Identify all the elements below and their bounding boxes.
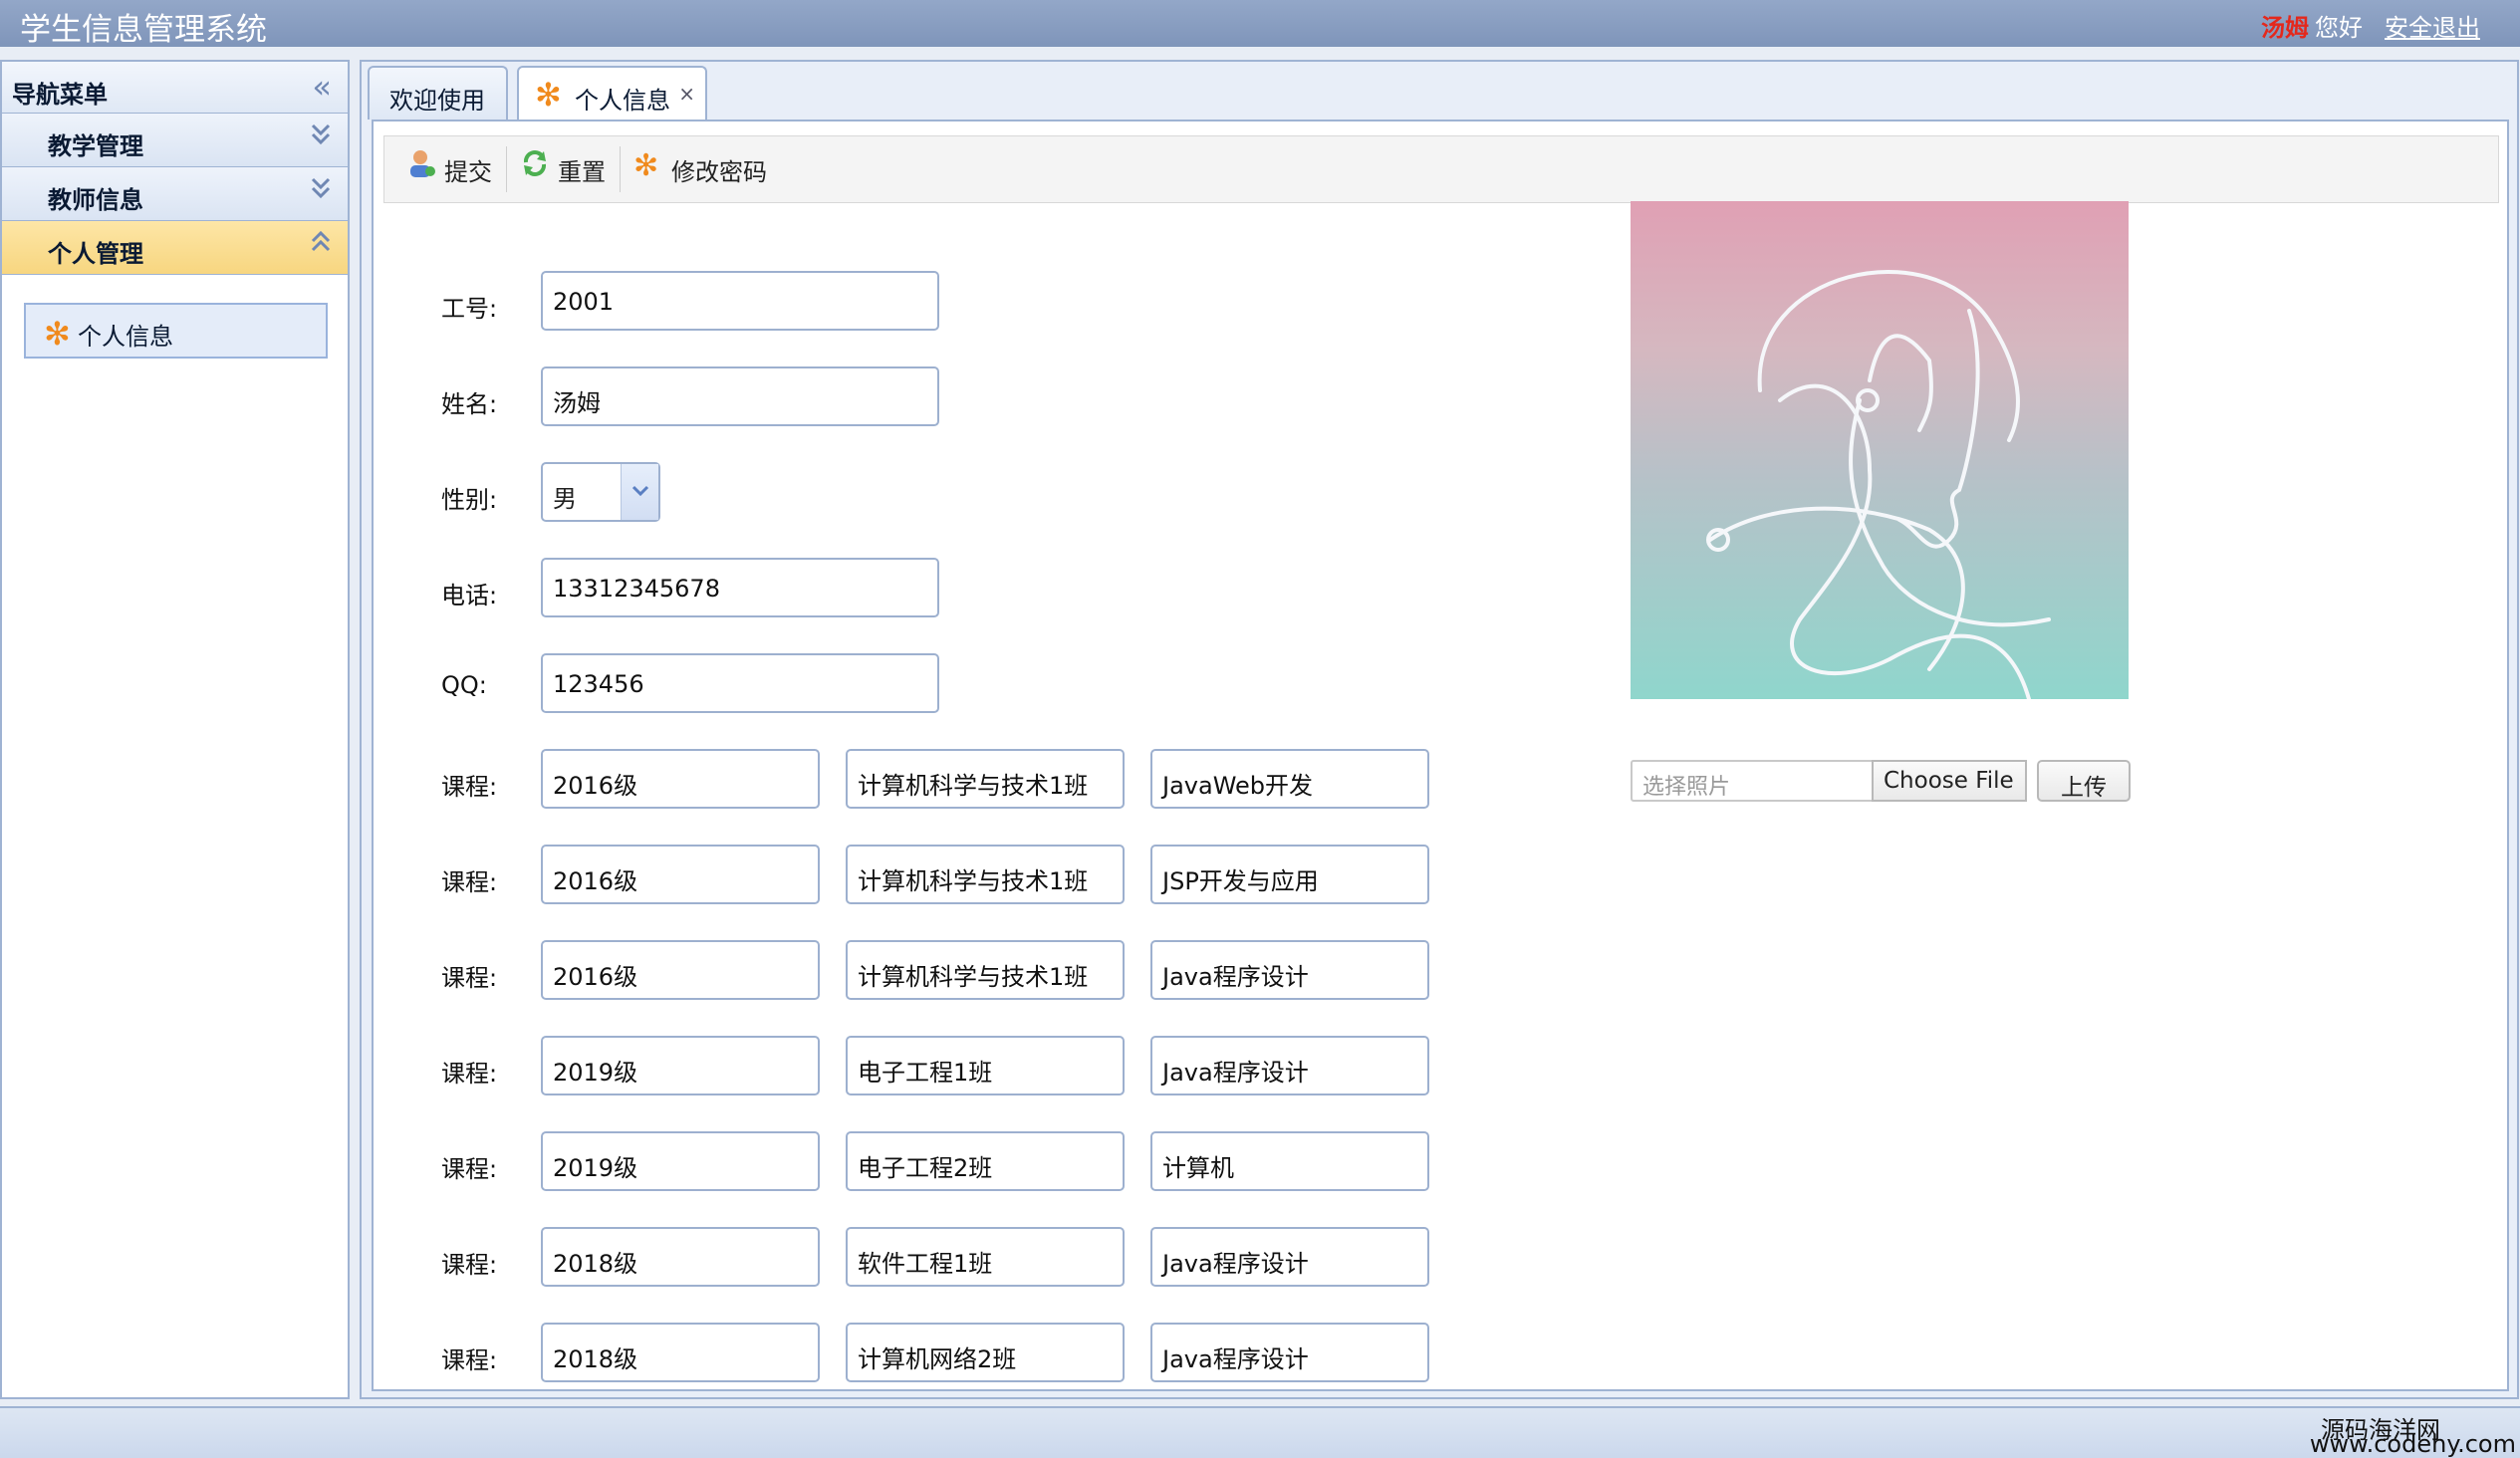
course-class-field[interactable]: 计算机科学与技术1班 — [846, 749, 1125, 809]
id-field[interactable]: 2001 — [541, 271, 939, 331]
tab-welcome[interactable]: 欢迎使用 — [368, 66, 508, 120]
sidebar-title: 导航菜单 — [12, 81, 108, 109]
sidebar-item-personal-info[interactable]: ✻ 个人信息 — [24, 303, 328, 359]
course-name-field[interactable]: JSP开发与应用 — [1150, 845, 1429, 904]
course-name-field[interactable]: Java程序设计 — [1150, 1036, 1429, 1095]
sidebar-group-teacher-info[interactable]: 教师信息 — [2, 167, 348, 221]
course-name-field[interactable]: Java程序设计 — [1150, 1227, 1429, 1287]
sidebar-group-teaching[interactable]: 教学管理 — [2, 114, 348, 167]
change-password-label: 修改密码 — [671, 158, 767, 186]
course-label: 课程: — [441, 868, 498, 896]
app-title: 学生信息管理系统 — [20, 12, 267, 48]
name-label: 姓名: — [441, 390, 498, 418]
gear-star-icon: ✻ — [44, 315, 71, 353]
content-panel: 提交 重置 ✻ 修改密码 工号: 2001 姓名: 汤姆 性别: 男 电话: 1… — [372, 120, 2509, 1391]
double-chevron-down-icon — [310, 175, 332, 208]
course-class-field[interactable]: 电子工程2班 — [846, 1131, 1125, 1191]
course-class-field[interactable]: 软件工程1班 — [846, 1227, 1125, 1287]
header-user-area: 汤姆 您好 安全退出 — [2261, 8, 2480, 43]
gear-star-icon: ✻ — [535, 76, 562, 114]
course-name-field[interactable]: Java程序设计 — [1150, 940, 1429, 1000]
sidebar-group-label: 个人管理 — [48, 240, 143, 268]
footer: 源码海洋网 www.codehy.com — [0, 1406, 2520, 1458]
toolbar: 提交 重置 ✻ 修改密码 — [383, 135, 2499, 203]
course-class-field[interactable]: 计算机科学与技术1班 — [846, 845, 1125, 904]
course-name-field[interactable]: JavaWeb开发 — [1150, 749, 1429, 809]
toolbar-divider — [620, 146, 621, 192]
sidebar-group-label: 教学管理 — [48, 132, 143, 160]
top-header: 学生信息管理系统 汤姆 您好 安全退出 — [0, 0, 2520, 48]
course-grade-field[interactable]: 2019级 — [541, 1036, 820, 1095]
course-name-field[interactable]: Java程序设计 — [1150, 1323, 1429, 1382]
course-grade-field[interactable]: 2018级 — [541, 1323, 820, 1382]
course-grade-field[interactable]: 2019级 — [541, 1131, 820, 1191]
course-label: 课程: — [441, 1060, 498, 1088]
phone-field[interactable]: 13312345678 — [541, 558, 939, 617]
gender-label: 性别: — [441, 486, 498, 514]
upload-button[interactable]: 上传 — [2037, 760, 2131, 802]
tab-label: 个人信息 — [575, 87, 670, 115]
sidebar: 导航菜单 « 教学管理 教师信息 个人管理 ✻ 个人信息 — [0, 60, 350, 1399]
double-chevron-left-icon[interactable]: « — [312, 68, 332, 106]
sidebar-group-label: 教师信息 — [48, 186, 143, 214]
phone-label: 电话: — [441, 582, 498, 609]
gender-value: 男 — [553, 485, 577, 513]
choose-file-button[interactable]: Choose File — [1872, 760, 2027, 802]
sidebar-header: 导航菜单 « — [2, 62, 348, 114]
course-grade-field[interactable]: 2016级 — [541, 940, 820, 1000]
refresh-icon — [520, 148, 550, 186]
course-label: 课程: — [441, 964, 498, 992]
course-grade-field[interactable]: 2016级 — [541, 845, 820, 904]
tab-personal-info[interactable]: ✻ 个人信息 × — [517, 66, 707, 122]
qq-label: QQ: — [441, 671, 487, 699]
gear-star-icon: ✻ — [633, 148, 659, 183]
gender-select[interactable]: 男 — [541, 462, 660, 522]
course-label: 课程: — [441, 773, 498, 801]
change-password-button[interactable]: ✻ 修改密码 — [633, 148, 767, 187]
toolbar-divider — [506, 146, 507, 192]
profile-photo — [1631, 201, 2129, 699]
user-icon — [406, 148, 436, 186]
main-area: 欢迎使用 ✻ 个人信息 × 提交 重置 ✻ 修改密码 工号: 2001 姓名: … — [360, 60, 2519, 1399]
close-icon[interactable]: × — [678, 82, 695, 106]
reset-button[interactable]: 重置 — [520, 150, 606, 187]
course-class-field[interactable]: 电子工程1班 — [846, 1036, 1125, 1095]
submit-label: 提交 — [444, 158, 492, 186]
chevron-down-icon — [621, 464, 658, 520]
sidebar-group-personal[interactable]: 个人管理 — [2, 221, 348, 275]
course-name-field[interactable]: 计算机 — [1150, 1131, 1429, 1191]
name-field[interactable]: 汤姆 — [541, 366, 939, 426]
greeting-text: 您好 — [2315, 14, 2363, 42]
course-grade-field[interactable]: 2016级 — [541, 749, 820, 809]
submit-button[interactable]: 提交 — [406, 150, 492, 187]
logout-link[interactable]: 安全退出 — [2385, 14, 2480, 42]
sidebar-item-label: 个人信息 — [78, 323, 173, 351]
tab-label: 欢迎使用 — [389, 87, 485, 115]
photo-file-input[interactable]: 选择照片 — [1631, 760, 1874, 802]
watermark-line2: www.codehy.com — [2309, 1430, 2516, 1458]
id-label: 工号: — [441, 295, 498, 323]
course-class-field[interactable]: 计算机科学与技术1班 — [846, 940, 1125, 1000]
double-chevron-up-icon — [310, 229, 332, 262]
double-chevron-down-icon — [310, 122, 332, 154]
user-name: 汤姆 — [2261, 14, 2309, 42]
course-label: 课程: — [441, 1155, 498, 1183]
course-class-field[interactable]: 计算机网络2班 — [846, 1323, 1125, 1382]
reset-label: 重置 — [558, 158, 606, 186]
course-label: 课程: — [441, 1346, 498, 1374]
course-grade-field[interactable]: 2018级 — [541, 1227, 820, 1287]
qq-field[interactable]: 123456 — [541, 653, 939, 713]
course-label: 课程: — [441, 1251, 498, 1279]
